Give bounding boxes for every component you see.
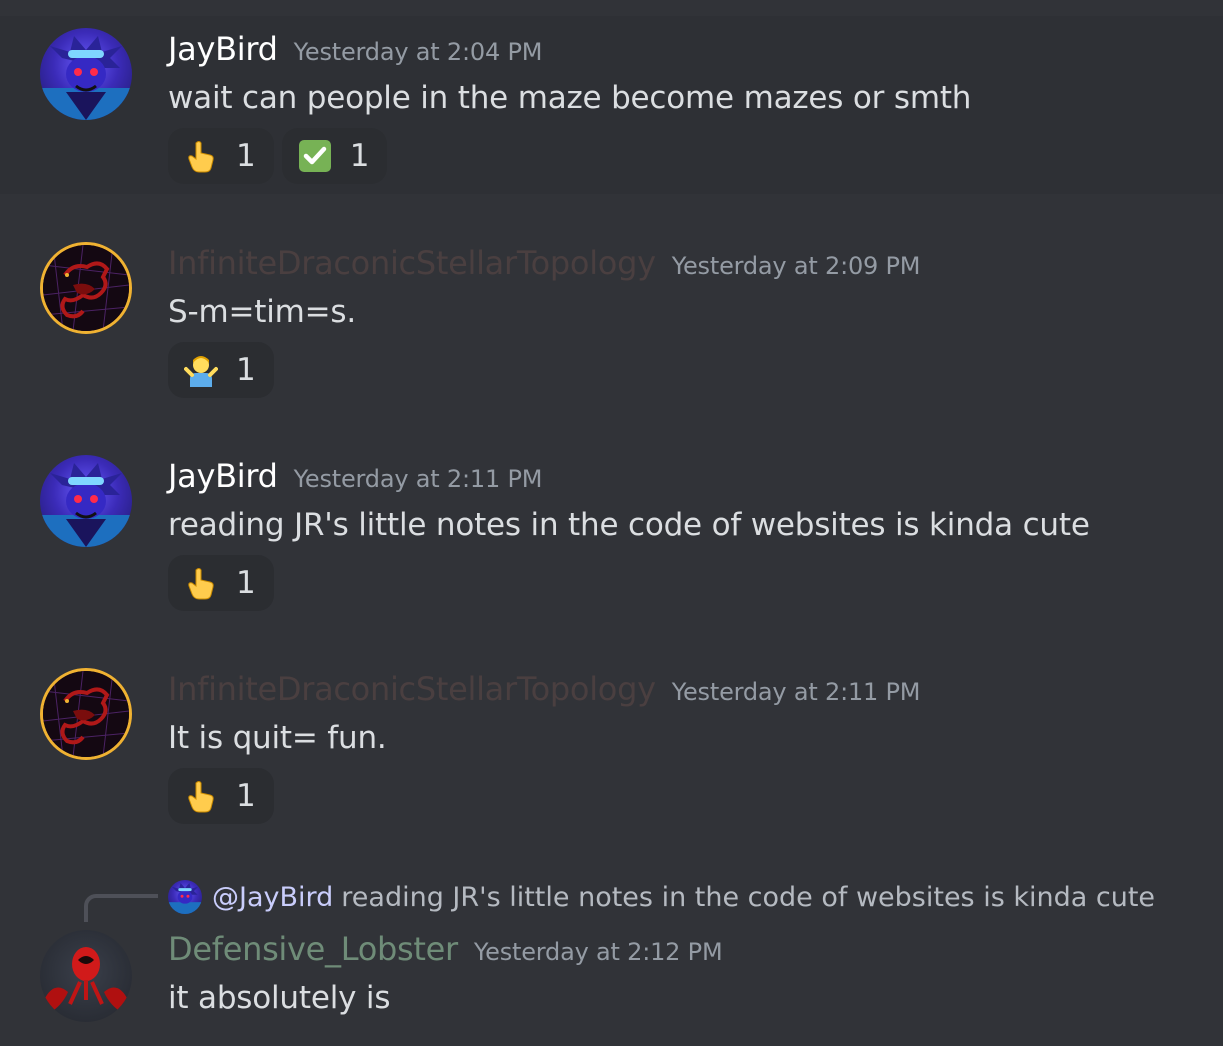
username[interactable]: Defensive_Lobster (168, 930, 458, 968)
username[interactable]: JayBird (168, 30, 278, 68)
message-item[interactable]: JayBird Yesterday at 2:11 PM reading JR's… (0, 443, 1223, 623)
avatar[interactable] (40, 28, 132, 120)
username[interactable]: InfiniteDraconicStellarTopology (168, 244, 656, 282)
reaction-count: 1 (236, 352, 256, 388)
reactions: 1 (168, 342, 274, 398)
message-item[interactable]: InfiniteDraconicStellarTopology Yesterday… (0, 230, 1223, 410)
reaction-button[interactable]: 1 (168, 555, 274, 611)
avatar[interactable] (40, 668, 132, 760)
message-item[interactable]: InfiniteDraconicStellarTopology Yesterday… (0, 656, 1223, 836)
avatar[interactable] (40, 242, 132, 334)
username[interactable]: InfiniteDraconicStellarTopology (168, 670, 656, 708)
reaction-button[interactable]: 1 (168, 768, 274, 824)
message-item[interactable]: Defensive_Lobster Yesterday at 2:12 PM it… (0, 918, 1223, 1046)
timestamp: Yesterday at 2:11 PM (293, 465, 543, 493)
point-up-icon (184, 139, 218, 173)
reaction-button[interactable]: 1 (168, 128, 274, 184)
sonic-character-icon (168, 882, 202, 914)
reaction-button[interactable]: 1 (281, 128, 388, 184)
reactions: 1 (168, 768, 274, 824)
reactions: 1 (168, 555, 274, 611)
sonic-character-icon (40, 36, 132, 120)
dragon-icon (43, 245, 129, 331)
reaction-button[interactable]: 1 (168, 342, 274, 398)
reply-avatar (168, 880, 202, 914)
reaction-count: 1 (236, 565, 256, 601)
reply-mention[interactable]: @JayBird (212, 882, 333, 913)
timestamp: Yesterday at 2:09 PM (671, 252, 921, 280)
reaction-count: 1 (349, 138, 370, 174)
username[interactable]: JayBird (168, 457, 278, 495)
point-up-icon (184, 779, 218, 813)
reaction-count: 1 (236, 778, 256, 814)
dragon-icon (43, 671, 129, 757)
message-content: it absolutely is (168, 980, 391, 1016)
reactions: 1 1 (168, 128, 388, 184)
reply-text[interactable]: reading JR's little notes in the code of… (341, 882, 1155, 913)
white-check-mark-icon (298, 139, 332, 173)
shrug-icon (184, 353, 218, 387)
message-content: reading JR's little notes in the code of… (168, 507, 1090, 543)
reaction-count: 1 (236, 138, 256, 174)
timestamp: Yesterday at 2:11 PM (671, 678, 921, 706)
sonic-character-icon (40, 463, 132, 547)
point-up-icon (184, 566, 218, 600)
avatar[interactable] (40, 455, 132, 547)
timestamp: Yesterday at 2:04 PM (293, 38, 543, 66)
message-content: It is quit= fun. (168, 720, 387, 756)
message-item[interactable]: JayBird Yesterday at 2:04 PM wait can peo… (0, 16, 1223, 194)
message-content: S-m=tim=s. (168, 294, 356, 330)
message-content: wait can people in the maze become mazes… (168, 80, 972, 116)
lobster-icon (44, 947, 128, 1014)
timestamp: Yesterday at 2:12 PM (473, 938, 723, 966)
avatar[interactable] (40, 930, 132, 1022)
chat-messages: JayBird Yesterday at 2:04 PM wait can peo… (0, 0, 1223, 1046)
reply-preview[interactable]: @JayBird reading JR's little notes in th… (168, 878, 1155, 916)
